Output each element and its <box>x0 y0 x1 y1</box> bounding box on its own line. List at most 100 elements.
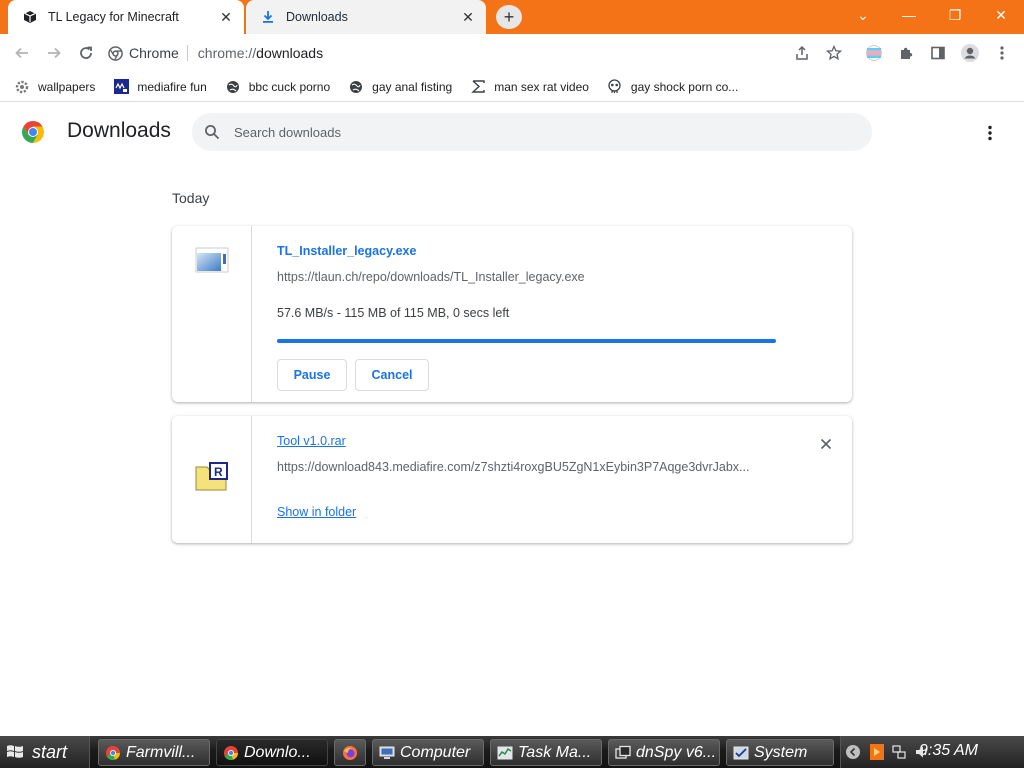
back-button[interactable] <box>8 39 36 67</box>
file-name-link[interactable]: TL_Installer_legacy.exe <box>277 244 416 258</box>
chrome-logo-icon <box>22 121 44 143</box>
forward-button[interactable] <box>40 39 68 67</box>
side-panel-icon <box>931 46 945 60</box>
taskbar-item-firefox[interactable] <box>334 739 366 766</box>
download-item: R Tool v1.0.rar https://download843.medi… <box>172 416 852 543</box>
taskbar-item-computer[interactable]: Computer <box>372 739 484 766</box>
start-button[interactable]: start <box>0 736 90 768</box>
taskbar-item-label: Computer <box>400 743 471 761</box>
bookmark-item[interactable]: bbc cuck porno <box>225 79 330 95</box>
download-progress-bar <box>277 339 776 343</box>
remove-from-list-button[interactable] <box>816 434 836 454</box>
taskbar-item-dnspy[interactable]: dnSpy v6... <box>608 739 720 766</box>
windows-icon <box>615 745 631 761</box>
bookmark-item[interactable]: gay anal fisting <box>348 79 452 95</box>
side-panel-button[interactable] <box>924 39 952 67</box>
network-icon[interactable] <box>891 744 907 760</box>
chrome-icon <box>105 745 121 761</box>
svg-text:R: R <box>214 465 223 479</box>
taskbar-item-downloads[interactable]: Downlo... <box>216 739 328 766</box>
menu-button[interactable] <box>988 39 1016 67</box>
minimize-button[interactable]: — <box>886 0 932 30</box>
windows-flag-icon <box>6 743 24 761</box>
system-tray: 9:35 AM <box>840 736 1024 768</box>
url-path: downloads <box>256 45 324 61</box>
tab-search-chevron-icon[interactable]: ⌄ <box>840 0 886 30</box>
avatar-icon <box>961 44 979 62</box>
bookmark-label: wallpapers <box>38 79 96 94</box>
bookmark-star-button[interactable] <box>820 39 848 67</box>
chrome-icon <box>223 745 239 761</box>
system-icon <box>733 745 749 761</box>
star-icon <box>826 45 842 61</box>
share-button[interactable] <box>788 39 816 67</box>
extensions-button[interactable] <box>892 39 920 67</box>
browser-tab-strip: TL Legacy for Minecraft ✕ Downloads ✕ + … <box>0 0 1024 34</box>
taskbar-item-label: Task Ma... <box>518 743 592 761</box>
screen: TL Legacy for Minecraft ✕ Downloads ✕ + … <box>0 0 1024 768</box>
gear-icon <box>14 79 30 95</box>
file-url: https://download843.mediafire.com/z7shzt… <box>277 460 750 474</box>
sigma-icon <box>470 79 486 95</box>
tab-title: Downloads <box>286 10 348 24</box>
date-section-label: Today <box>172 190 210 206</box>
bookmark-item[interactable]: gay shock porn co... <box>607 79 738 95</box>
url-text: chrome://downloads <box>188 45 323 61</box>
rar-archive-icon: R <box>195 462 228 491</box>
tab-close-icon[interactable]: ✕ <box>460 9 476 25</box>
reload-button[interactable] <box>72 39 100 67</box>
tray-expand-icon[interactable] <box>845 744 861 760</box>
taskbar-item-task-manager[interactable]: Task Ma... <box>490 739 602 766</box>
browser-toolbar: Chrome chrome://downloads <box>0 34 1024 72</box>
volume-icon[interactable] <box>914 744 930 760</box>
bookmark-item[interactable]: wallpapers <box>14 79 95 95</box>
pause-button[interactable]: Pause <box>277 359 347 391</box>
tab-close-icon[interactable]: ✕ <box>218 9 234 25</box>
forward-arrow-icon <box>48 47 61 59</box>
extension-button[interactable] <box>860 39 888 67</box>
puzzle-icon <box>901 47 913 59</box>
tab-title: TL Legacy for Minecraft <box>48 10 179 24</box>
globe-icon <box>348 79 364 95</box>
kebab-menu-icon <box>1000 46 1004 60</box>
profile-button[interactable] <box>956 39 984 67</box>
taskbar-item-system[interactable]: System <box>726 739 834 766</box>
search-box[interactable] <box>192 113 872 151</box>
tray-app-icon[interactable] <box>869 744 885 760</box>
downloads-menu-button[interactable] <box>980 121 1000 145</box>
bookmarks-bar: wallpapers mediafire fun bbc cuck porno … <box>0 72 1024 102</box>
restore-button[interactable]: ❐ <box>932 0 978 30</box>
exe-file-icon <box>195 247 229 273</box>
bookmark-item[interactable]: man sex rat video <box>470 79 589 95</box>
file-icon-column <box>172 226 252 402</box>
cancel-button[interactable]: Cancel <box>355 359 429 391</box>
downloads-header: Downloads <box>0 103 1024 161</box>
computer-icon <box>379 745 395 761</box>
bookmark-label: mediafire fun <box>137 79 207 94</box>
share-icon <box>796 45 808 60</box>
show-in-folder-link[interactable]: Show in folder <box>277 505 356 519</box>
bookmark-label: bbc cuck porno <box>248 79 331 94</box>
file-name-link[interactable]: Tool v1.0.rar <box>277 434 346 448</box>
url-scheme: chrome:// <box>197 45 257 61</box>
skull-icon <box>607 79 623 95</box>
download-icon <box>260 9 276 25</box>
task-manager-icon <box>497 745 513 761</box>
tab-tl-legacy[interactable]: TL Legacy for Minecraft ✕ <box>8 0 244 34</box>
bookmark-label: gay shock porn co... <box>630 79 739 94</box>
file-icon-column: R <box>172 416 252 543</box>
search-input[interactable] <box>234 124 834 140</box>
taskbar-item-farmville[interactable]: Farmvill... <box>98 739 210 766</box>
new-tab-button[interactable]: + <box>496 5 522 29</box>
search-icon <box>205 125 220 140</box>
taskbar-item-label: Farmvill... <box>126 743 196 761</box>
page-title: Downloads <box>67 119 171 142</box>
tab-downloads[interactable]: Downloads ✕ <box>246 0 486 34</box>
address-bar[interactable]: Chrome chrome://downloads <box>108 38 854 68</box>
bookmark-item[interactable]: mediafire fun <box>113 79 207 95</box>
download-item: TL_Installer_legacy.exe https://tlaun.ch… <box>172 226 852 402</box>
bookmark-label: man sex rat video <box>494 79 589 94</box>
close-window-button[interactable]: ✕ <box>978 0 1024 30</box>
site-info[interactable]: Chrome <box>108 45 188 61</box>
mediafire-icon <box>113 79 129 95</box>
